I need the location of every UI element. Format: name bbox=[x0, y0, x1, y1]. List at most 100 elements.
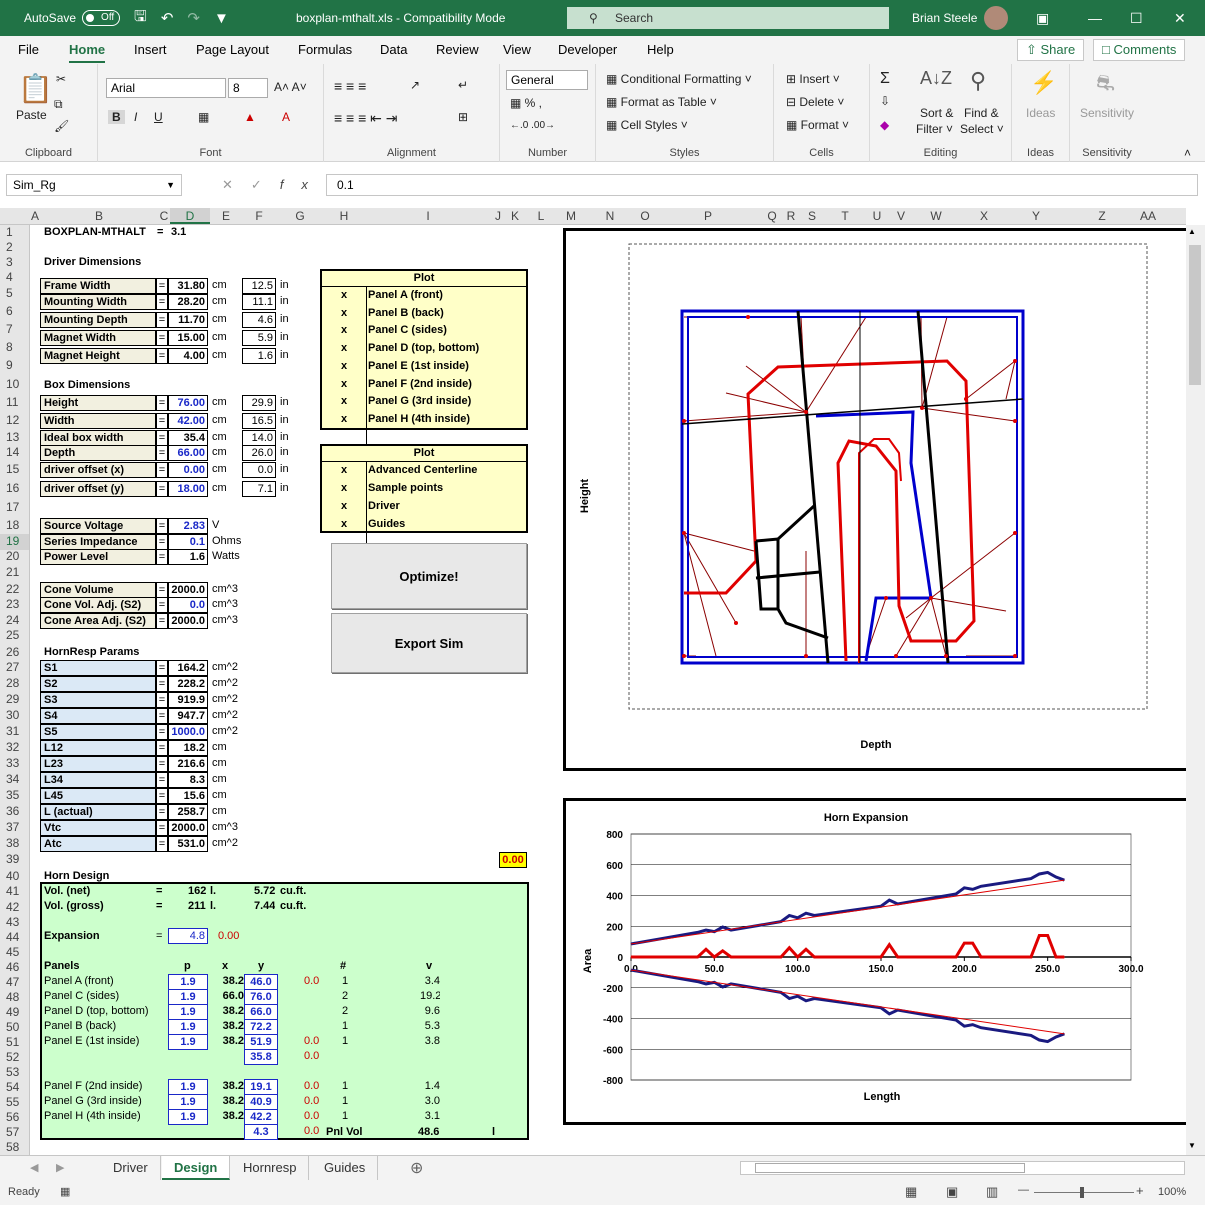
expansion-value[interactable]: 4.8 bbox=[168, 928, 208, 944]
row-header-58[interactable]: 58 bbox=[0, 1140, 29, 1156]
horn-value-9[interactable]: 258.7 bbox=[168, 804, 208, 820]
row-header-11[interactable]: 11 bbox=[0, 395, 29, 411]
row-header-5[interactable]: 5 bbox=[0, 286, 29, 302]
horn-value-3[interactable]: 947.7 bbox=[168, 708, 208, 724]
column-header-u[interactable]: U bbox=[864, 208, 890, 224]
horn-value-0[interactable]: 164.2 bbox=[168, 660, 208, 676]
font-size-select[interactable]: 8 bbox=[228, 78, 268, 98]
sort-filter-icon[interactable]: A↓Z bbox=[920, 68, 952, 89]
currency-icon[interactable]: ▦ % , bbox=[510, 96, 542, 110]
cone-value-2[interactable]: 2000.0 bbox=[168, 613, 208, 629]
column-header-k[interactable]: K bbox=[504, 208, 526, 224]
save-icon[interactable]: 🖫 bbox=[134, 6, 147, 31]
row-header-31[interactable]: 31 bbox=[0, 724, 29, 740]
plot1-mark-2[interactable]: x bbox=[322, 323, 366, 339]
autosum-icon[interactable]: Σ bbox=[880, 70, 890, 88]
tab-formulas[interactable]: Formulas bbox=[298, 42, 352, 57]
box-value-5[interactable]: 18.00 bbox=[168, 481, 208, 497]
scroll-thumb[interactable] bbox=[1189, 245, 1201, 385]
sort-filter-button[interactable]: Sort & bbox=[920, 106, 953, 120]
plot1-mark-4[interactable]: x bbox=[322, 359, 366, 375]
driver-value-0[interactable]: 31.80 bbox=[168, 278, 208, 294]
panel-row-y-0[interactable]: 46.0 bbox=[244, 974, 278, 990]
row-header-50[interactable]: 50 bbox=[0, 1020, 29, 1036]
panel-row-p-3[interactable]: 1.9 bbox=[168, 1019, 208, 1035]
undo-icon[interactable]: ↶ bbox=[161, 9, 174, 27]
panel-row-p-1[interactable]: 1.9 bbox=[168, 989, 208, 1005]
name-box[interactable]: Sim_Rg ▼ bbox=[6, 174, 182, 196]
row-header-54[interactable]: 54 bbox=[0, 1080, 29, 1096]
horn-value-7[interactable]: 8.3 bbox=[168, 772, 208, 788]
row-header-45[interactable]: 45 bbox=[0, 945, 29, 961]
box-value-0[interactable]: 76.00 bbox=[168, 395, 208, 411]
italic-button[interactable]: I bbox=[134, 110, 137, 124]
tab-view[interactable]: View bbox=[503, 42, 531, 57]
horizontal-scrollbar[interactable] bbox=[740, 1161, 1185, 1175]
row-header-17[interactable]: 17 bbox=[0, 500, 29, 516]
column-header-e[interactable]: E bbox=[210, 208, 242, 224]
panel-row-p-9[interactable]: 1.9 bbox=[168, 1109, 208, 1125]
tab-file[interactable]: File bbox=[18, 42, 39, 57]
clear-icon[interactable]: ◆ bbox=[880, 118, 889, 132]
row-header-10[interactable]: 10 bbox=[0, 377, 29, 393]
driver-value-2[interactable]: 11.70 bbox=[168, 312, 208, 328]
sensitivity-icon[interactable]: ⛐ bbox=[1096, 70, 1115, 99]
ribbon-display-icon[interactable]: ▣ bbox=[1036, 10, 1049, 27]
orientation-icon[interactable]: ↗ bbox=[410, 78, 420, 92]
redo-icon[interactable]: ↷ bbox=[187, 9, 200, 27]
panel-row-p-0[interactable]: 1.9 bbox=[168, 974, 208, 990]
increase-font-icon[interactable]: A˄ A˅ bbox=[274, 80, 307, 94]
plot2-mark-1[interactable]: x bbox=[322, 481, 366, 497]
row-header-49[interactable]: 49 bbox=[0, 1005, 29, 1021]
export-sim-button[interactable]: Export Sim bbox=[331, 613, 527, 673]
tab-review[interactable]: Review bbox=[436, 42, 479, 57]
box-plan-chart[interactable]: Depth Height bbox=[563, 228, 1186, 771]
document-title[interactable]: boxplan-mthalt.xls - Compatibility Mode bbox=[296, 11, 505, 25]
row-header-37[interactable]: 37 bbox=[0, 820, 29, 836]
number-format-select[interactable]: General bbox=[506, 70, 588, 90]
status-value-cell[interactable]: 0.00 bbox=[499, 852, 527, 868]
row-header-13[interactable]: 13 bbox=[0, 430, 29, 446]
row-header-27[interactable]: 27 bbox=[0, 660, 29, 676]
close-icon[interactable]: ✕ bbox=[1174, 10, 1186, 27]
row-header-52[interactable]: 52 bbox=[0, 1050, 29, 1066]
box-value-2[interactable]: 35.4 bbox=[168, 430, 208, 446]
row-header-55[interactable]: 55 bbox=[0, 1095, 29, 1111]
row-header-23[interactable]: 23 bbox=[0, 597, 29, 613]
format-as-table-button[interactable]: ▦ Format as Table ˅ bbox=[606, 95, 717, 109]
bold-button[interactable]: B bbox=[108, 110, 125, 124]
column-header-o[interactable]: O bbox=[634, 208, 656, 224]
paste-icon[interactable]: 📋 bbox=[18, 72, 53, 105]
ideas-icon[interactable]: ⚡ bbox=[1030, 70, 1057, 96]
row-header-20[interactable]: 20 bbox=[0, 549, 29, 565]
column-header-g[interactable]: G bbox=[276, 208, 324, 224]
delete-cells-button[interactable]: ⊟ Delete ˅ bbox=[786, 95, 844, 109]
zoom-in-icon[interactable]: + bbox=[1136, 1183, 1144, 1198]
row-header-9[interactable]: 9 bbox=[0, 358, 29, 374]
horn-value-11[interactable]: 531.0 bbox=[168, 836, 208, 852]
row-header-28[interactable]: 28 bbox=[0, 676, 29, 692]
column-header-w[interactable]: W bbox=[912, 208, 960, 224]
cell-styles-button[interactable]: ▦ Cell Styles ˅ bbox=[606, 118, 688, 132]
row-header-44[interactable]: 44 bbox=[0, 930, 29, 946]
box-value-3[interactable]: 66.00 bbox=[168, 445, 208, 461]
row-header-34[interactable]: 34 bbox=[0, 772, 29, 788]
maximize-icon[interactable]: ☐ bbox=[1130, 10, 1143, 27]
row-header-8[interactable]: 8 bbox=[0, 340, 29, 356]
tab-data[interactable]: Data bbox=[380, 42, 407, 57]
row-header-22[interactable]: 22 bbox=[0, 582, 29, 598]
plot2-mark-3[interactable]: x bbox=[322, 517, 366, 533]
row-header-30[interactable]: 30 bbox=[0, 708, 29, 724]
panel-row-y-7[interactable]: 19.1 bbox=[244, 1079, 278, 1095]
format-painter-icon[interactable]: 🖌 bbox=[54, 119, 69, 133]
cone-value-0[interactable]: 2000.0 bbox=[168, 582, 208, 598]
row-header-16[interactable]: 16 bbox=[0, 481, 29, 497]
zoom-level[interactable]: 100% bbox=[1158, 1186, 1186, 1198]
horn-value-6[interactable]: 216.6 bbox=[168, 756, 208, 772]
page-break-view-icon[interactable]: ▥ bbox=[986, 1184, 998, 1200]
align-top-icon[interactable]: ≡ ≡ ≡ bbox=[334, 78, 366, 94]
plot1-mark-5[interactable]: x bbox=[322, 377, 366, 393]
worksheet-grid[interactable]: BOXPLAN-MTHALT = 3.1 Driver Dimensions B… bbox=[30, 225, 1186, 1155]
column-header-s[interactable]: S bbox=[798, 208, 826, 224]
column-header-p[interactable]: P bbox=[656, 208, 760, 224]
